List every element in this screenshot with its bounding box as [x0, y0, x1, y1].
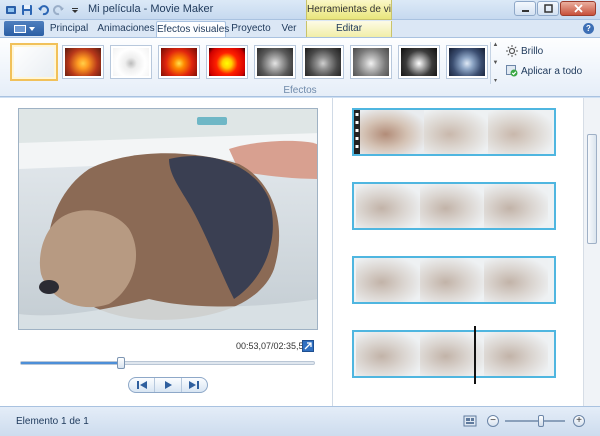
- dog-bath-frame-image: [19, 109, 317, 329]
- previous-frame-icon: [136, 381, 147, 389]
- zoom-slider-track[interactable]: [505, 415, 565, 427]
- status-bar: Elemento 1 de 1 − +: [0, 406, 600, 436]
- undo-icon[interactable]: [36, 3, 50, 17]
- gallery-down-arrow-icon[interactable]: ▼: [493, 60, 499, 66]
- zoom-out-button[interactable]: −: [487, 415, 499, 427]
- brightness-label: Brillo: [521, 45, 544, 57]
- tab-ver[interactable]: Ver: [274, 21, 304, 37]
- gallery-up-arrow-icon[interactable]: ▲: [493, 42, 499, 48]
- thumbnail-size-icon: [463, 415, 477, 427]
- zoom-control: − +: [487, 415, 585, 429]
- tab-efectos-visuales[interactable]: Efectos visuales: [156, 21, 229, 37]
- file-menu-button[interactable]: [4, 21, 44, 36]
- minimize-button[interactable]: [514, 1, 536, 16]
- item-count-status: Elemento 1 de 1: [16, 416, 89, 427]
- effect-warm-thumbnail[interactable]: [62, 45, 104, 79]
- window-controls: [514, 1, 596, 16]
- tab-principal[interactable]: Principal: [48, 21, 90, 37]
- tab-animaciones[interactable]: Animaciones: [96, 21, 156, 37]
- effects-gallery: [8, 42, 502, 84]
- play-button[interactable]: [155, 378, 182, 392]
- thumbnail-size-button[interactable]: [463, 414, 477, 428]
- storyboard-playhead[interactable]: [474, 326, 476, 384]
- effect-grayscale-dark-thumbnail[interactable]: [302, 45, 344, 79]
- next-frame-button[interactable]: [182, 378, 207, 392]
- gallery-more-icon[interactable]: ▾: [494, 77, 497, 84]
- brightness-button[interactable]: Brillo: [506, 44, 543, 58]
- storyboard-clip-2[interactable]: [352, 182, 556, 230]
- save-icon[interactable]: [20, 3, 34, 17]
- ribbon-panel: ▲ ▼ ▾ Brillo Aplicar a todo Efectos: [0, 37, 600, 97]
- effects-group-label: Efectos: [283, 85, 317, 96]
- workspace: 00:53,07/02:35,52: [0, 98, 600, 406]
- storyboard-scrollbar[interactable]: [583, 98, 600, 406]
- ribbon-tab-row: Principal Animaciones Efectos visuales P…: [0, 20, 600, 37]
- preview-timecode: 00:53,07/02:35,52: [236, 341, 309, 351]
- quick-access-toolbar: [4, 2, 82, 18]
- apply-to-all-button[interactable]: Aplicar a todo: [506, 64, 582, 78]
- help-icon[interactable]: ?: [583, 23, 594, 34]
- effect-none-thumbnail[interactable]: [10, 43, 58, 81]
- sun-icon: [506, 45, 518, 57]
- playback-controls: [128, 377, 208, 393]
- next-frame-icon: [189, 381, 200, 389]
- tab-editar[interactable]: Editar: [306, 21, 392, 37]
- redo-icon[interactable]: [52, 3, 66, 17]
- zoom-slider-handle[interactable]: [538, 415, 544, 427]
- effect-grayscale-light-thumbnail[interactable]: [350, 45, 392, 79]
- effect-sketch-thumbnail[interactable]: [110, 45, 152, 79]
- apply-to-all-label: Aplicar a todo: [521, 65, 583, 77]
- close-button[interactable]: [560, 1, 596, 16]
- storyboard-clip-1[interactable]: [352, 108, 556, 156]
- effect-posterize-thumbnail[interactable]: [206, 45, 248, 79]
- maximize-button[interactable]: [537, 1, 559, 16]
- video-tools-context-header: Herramientas de video: [306, 0, 392, 20]
- seek-progress-fill: [21, 362, 121, 364]
- fullscreen-button[interactable]: [302, 340, 314, 352]
- effect-saturated-thumbnail[interactable]: [158, 45, 200, 79]
- storyboard-pane: [333, 98, 583, 406]
- title-bar: Mi película - Movie Maker Herramientas d…: [0, 0, 600, 20]
- storyboard-scroll-thumb[interactable]: [587, 134, 597, 244]
- fullscreen-icon: [304, 342, 312, 350]
- effect-cyan-tone-thumbnail[interactable]: [446, 45, 488, 79]
- effect-grayscale-contrast-thumbnail[interactable]: [398, 45, 440, 79]
- storyboard-clip-3[interactable]: [352, 256, 556, 304]
- customize-toolbar-icon[interactable]: [68, 3, 82, 17]
- zoom-in-button[interactable]: +: [573, 415, 585, 427]
- app-icon[interactable]: [4, 3, 18, 17]
- tab-proyecto[interactable]: Proyecto: [230, 21, 272, 37]
- apply-all-icon: [506, 65, 518, 77]
- gallery-scroll: ▲ ▼ ▾: [490, 42, 500, 84]
- window-title: Mi película - Movie Maker: [88, 3, 214, 15]
- previous-frame-button[interactable]: [129, 378, 156, 392]
- play-icon: [164, 381, 172, 389]
- seek-bar[interactable]: [20, 357, 315, 369]
- seek-handle[interactable]: [116, 357, 125, 369]
- video-preview[interactable]: [18, 108, 318, 330]
- effect-grayscale-thumbnail[interactable]: [254, 45, 296, 79]
- storyboard-clip-4[interactable]: [352, 330, 556, 378]
